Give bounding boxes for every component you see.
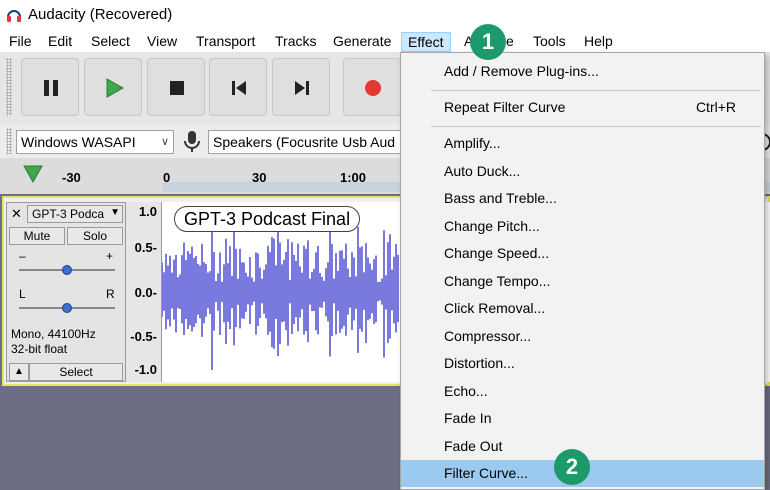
collapse-track-button[interactable]: ▲: [9, 363, 29, 381]
skip-start-button[interactable]: [209, 58, 267, 116]
callout-badge: 2: [554, 449, 590, 485]
play-icon: [106, 78, 124, 98]
menu-item-effect[interactable]: Distortion...: [401, 350, 764, 377]
solo-button[interactable]: Solo: [67, 227, 123, 245]
menu-item-label: Change Tempo...: [444, 272, 551, 289]
menu-select[interactable]: Select: [85, 32, 136, 52]
menu-view[interactable]: View: [141, 32, 183, 52]
menu-bar: File Edit Select View Transport Tracks G…: [0, 30, 770, 52]
menu-item-label: Echo...: [444, 382, 488, 399]
record-icon: [365, 80, 381, 96]
scale-label: 0.5-: [134, 240, 157, 255]
triangle-down-icon: ▼: [110, 207, 120, 218]
menu-item-label: Amplify...: [444, 135, 501, 151]
menu-tracks[interactable]: Tracks: [269, 32, 322, 52]
toolbar-grip[interactable]: [6, 58, 12, 116]
menu-item-effect[interactable]: Bass and Treble...: [401, 185, 764, 212]
menu-item-effect[interactable]: Fade In: [401, 405, 764, 432]
menu-item-shortcut: Ctrl+R: [695, 99, 736, 115]
skip-end-icon: [295, 81, 309, 95]
gain-minus-label: –: [19, 249, 26, 263]
menu-item-effect[interactable]: Amplify...: [401, 130, 764, 157]
track-format-info: Mono, 44100Hz: [11, 327, 96, 341]
close-icon[interactable]: ✕: [11, 206, 22, 222]
scale-label: 0.0-: [134, 285, 157, 300]
menu-item-label: Repeat Filter Curve: [444, 99, 566, 115]
menu-item-label: Bass and Treble...: [444, 190, 557, 206]
menu-item-repeat-filter-curve[interactable]: Repeat Filter Curve Ctrl+R: [401, 94, 764, 121]
clip-name-label[interactable]: GPT-3 Podcast Final: [174, 206, 361, 232]
menu-item-label: Compressor...: [444, 327, 532, 344]
menu-item-effect[interactable]: Click Removal...: [401, 295, 764, 322]
menu-item-label: Distortion...: [444, 355, 515, 371]
skip-end-button[interactable]: [272, 58, 330, 116]
menu-item-effect[interactable]: Auto Duck...: [401, 158, 764, 185]
ruler-label: -30: [62, 170, 81, 185]
skip-start-icon: [232, 81, 246, 95]
pan-right-label: R: [106, 287, 115, 301]
track-bit-depth-info: 32-bit float: [11, 342, 68, 356]
record-button[interactable]: [343, 58, 401, 116]
track-name: GPT-3 Podca: [32, 207, 105, 221]
audio-host-select[interactable]: Windows WASAPI ∨: [16, 130, 174, 154]
menu-item-effect[interactable]: Change Tempo...: [401, 268, 764, 295]
chevron-down-icon: ∨: [160, 136, 169, 148]
menu-file[interactable]: File: [3, 32, 38, 52]
menu-item-label: Add / Remove Plug-ins...: [444, 63, 599, 79]
menu-item-label: Click Removal...: [444, 300, 546, 316]
menu-separator: [431, 126, 761, 127]
menu-generate[interactable]: Generate: [327, 32, 397, 52]
playback-device-select[interactable]: Speakers (Focusrite Usb Aud: [208, 130, 408, 154]
menu-item-label: Fade In: [444, 410, 492, 426]
stop-button[interactable]: [147, 58, 205, 116]
stop-icon: [170, 81, 184, 95]
menu-separator: [431, 90, 761, 91]
microphone-icon: [184, 131, 200, 152]
menu-item-label: Fade Out: [444, 437, 503, 454]
track-control-panel: ✕ GPT-3 Podca ▼ Mute Solo – + L R Mono, …: [6, 202, 126, 382]
audio-host-value: Windows WASAPI: [21, 134, 136, 150]
menu-effect[interactable]: Effect: [401, 32, 451, 52]
play-button[interactable]: [84, 58, 142, 116]
callout-badge: 1: [470, 24, 506, 60]
mute-button[interactable]: Mute: [9, 227, 65, 245]
menu-edit[interactable]: Edit: [42, 32, 78, 52]
menu-item-effect[interactable]: Echo...: [401, 378, 764, 405]
title-bar: Audacity (Recovered): [0, 0, 770, 30]
device-toolbar-grip[interactable]: [6, 128, 12, 154]
track-name-menu[interactable]: GPT-3 Podca ▼: [27, 205, 123, 223]
menu-transport[interactable]: Transport: [190, 32, 261, 52]
select-track-button[interactable]: Select: [29, 363, 123, 381]
play-at-speed-icon[interactable]: [22, 164, 44, 184]
menu-item-add-remove-plugins[interactable]: Add / Remove Plug-ins...: [401, 58, 764, 85]
menu-item-label: Change Speed...: [444, 245, 550, 261]
audacity-logo-icon: [7, 10, 21, 22]
scale-label: 1.0: [138, 204, 157, 219]
menu-item-effect[interactable]: Change Pitch...: [401, 213, 764, 240]
playback-device-value: Speakers (Focusrite Usb Aud: [213, 134, 396, 150]
menu-help[interactable]: Help: [578, 32, 619, 52]
menu-tools[interactable]: Tools: [527, 32, 572, 52]
effect-menu: Add / Remove Plug-ins... Repeat Filter C…: [400, 52, 765, 490]
scale-label: -0.5-: [130, 329, 157, 344]
window-title: Audacity (Recovered): [28, 6, 173, 23]
menu-item-label: Auto Duck...: [444, 162, 521, 179]
menu-item-effect[interactable]: Change Speed...: [401, 240, 764, 267]
gain-plus-label: +: [106, 249, 114, 263]
pan-slider-knob[interactable]: [62, 303, 72, 313]
amplitude-scale[interactable]: 1.0 0.5- 0.0- -0.5- -1.0: [126, 202, 162, 382]
pan-left-label: L: [19, 287, 26, 301]
pause-icon: [44, 80, 58, 96]
pause-button[interactable]: [21, 58, 79, 116]
menu-item-label: Filter Curve...: [444, 465, 529, 481]
gain-slider-knob[interactable]: [62, 265, 72, 275]
scale-label: -1.0: [134, 362, 157, 377]
menu-item-effect[interactable]: Compressor...: [401, 323, 764, 350]
menu-item-label: Change Pitch...: [444, 217, 540, 234]
